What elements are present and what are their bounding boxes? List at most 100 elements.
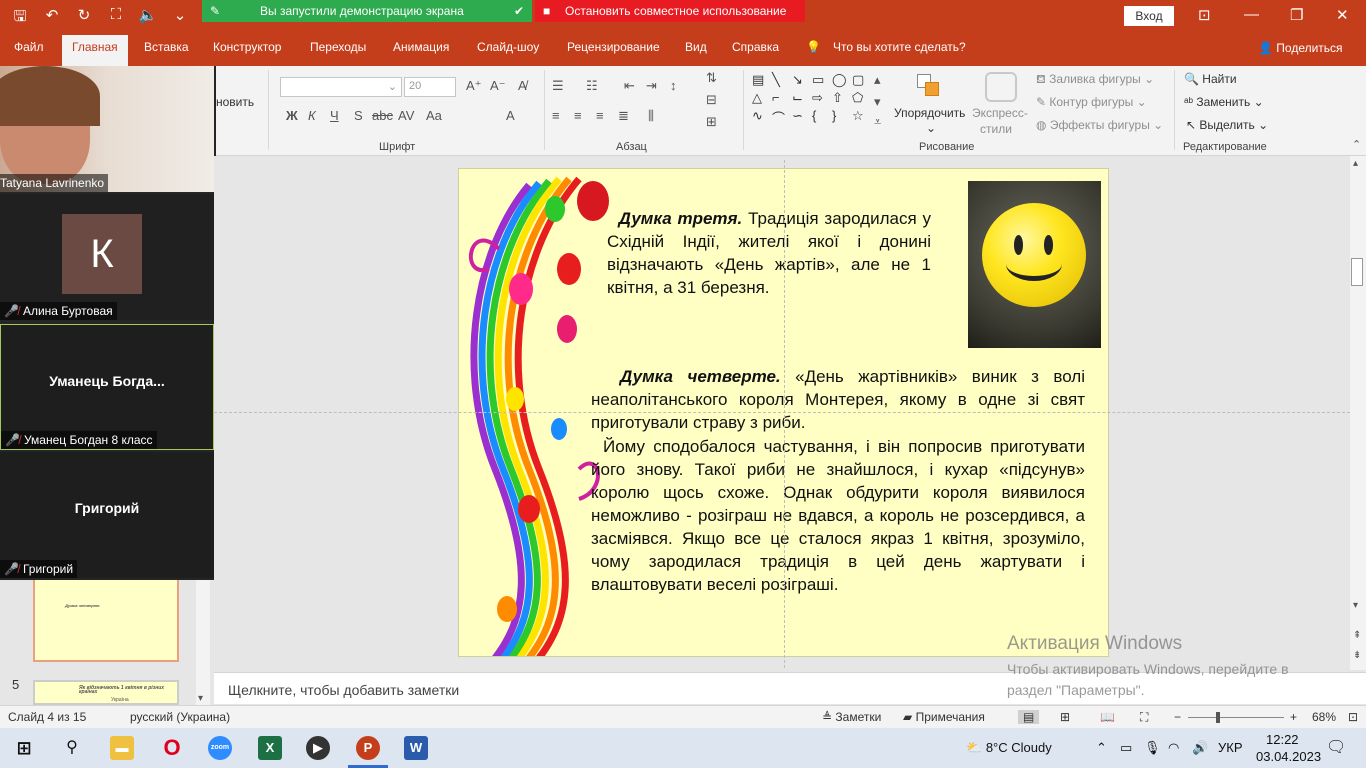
tab-help[interactable]: Справка [732, 40, 779, 54]
textbox-shape-icon[interactable]: ▤ [752, 72, 772, 88]
bullets-icon[interactable]: ☰ [552, 78, 564, 94]
microphone-icon[interactable]: 🎙 [1144, 740, 1161, 756]
shrink-font-icon[interactable]: A⁻ [490, 78, 506, 94]
align-right-icon[interactable]: ≡ [596, 108, 604, 123]
pentagon-shape-icon[interactable]: ⬠ [852, 90, 872, 106]
align-left-icon[interactable]: ≡ [552, 108, 560, 123]
tab-file[interactable]: Файл [14, 40, 44, 54]
bold-button[interactable]: Ж [286, 108, 298, 123]
slideshow-view-icon[interactable]: ⛶ [1140, 710, 1148, 725]
wifi-icon[interactable]: ◠ [1168, 740, 1179, 756]
tab-view[interactable]: Вид [685, 40, 707, 54]
columns-icon[interactable]: ⫼ [648, 108, 654, 124]
participant-tile[interactable]: К 🎤̸ Алина Буртовая [0, 194, 214, 320]
new-slide-partial-label[interactable]: новить [216, 95, 254, 109]
shape-effects-button[interactable]: ◍ Эффекты фигуры ⌄ [1036, 118, 1163, 132]
strikethrough-button[interactable]: abc [372, 108, 393, 123]
slide-sorter-icon[interactable]: ⊞ [1060, 710, 1070, 724]
redo-icon[interactable]: ↻ [74, 6, 94, 31]
lightbulb-icon[interactable]: 💡 [806, 40, 821, 54]
slide-scrollbar[interactable]: ▴ ▾ ⇞ ⇟ [1350, 156, 1366, 670]
oval-shape-icon[interactable]: ◯ [832, 72, 852, 88]
tab-slideshow[interactable]: Слайд-шоу [477, 40, 539, 54]
rectangle-shape-icon[interactable]: ▭ [812, 72, 832, 88]
quick-styles-label-1[interactable]: Экспресс- [972, 106, 1028, 120]
rounded-rect-shape-icon[interactable]: ▢ [852, 72, 872, 88]
share-button[interactable]: 👤 Поделиться [1258, 41, 1343, 55]
scroll-up-icon[interactable]: ▴ [1353, 158, 1358, 169]
text-direction-icon[interactable]: ⇅ [706, 70, 717, 86]
notes-toggle-button[interactable]: ≜ Заметки [822, 710, 881, 724]
windows-start-icon[interactable]: ⊞ [12, 736, 36, 760]
arrange-icon[interactable] [913, 72, 945, 102]
right-arrow-shape-icon[interactable]: ⇨ [812, 90, 832, 106]
ribbon-display-icon[interactable]: ⊡ [1198, 6, 1211, 24]
excel-icon[interactable]: X [258, 736, 282, 760]
collapse-ribbon-icon[interactable]: ⌃ [1352, 138, 1361, 151]
prev-slide-icon[interactable]: ⇞ [1353, 630, 1361, 641]
next-slide-icon[interactable]: ⇟ [1353, 650, 1361, 661]
align-text-icon[interactable]: ⊟ [706, 92, 717, 108]
curve-shape-icon[interactable]: ∿ [752, 108, 772, 127]
opera-icon[interactable]: O [160, 736, 184, 760]
align-center-icon[interactable]: ≡ [574, 108, 582, 123]
tab-design[interactable]: Конструктор [213, 40, 281, 54]
minimize-icon[interactable]: — [1244, 6, 1259, 23]
font-color-button[interactable]: A [506, 108, 515, 123]
arrow-line-shape-icon[interactable]: ↘ [792, 72, 812, 88]
participant-tile[interactable]: Tatyana Lavrinenko [0, 66, 214, 192]
line-shape-icon[interactable]: ╲ [772, 72, 792, 88]
file-explorer-icon[interactable]: ▬ [110, 736, 134, 760]
up-arrow-shape-icon[interactable]: ⇧ [832, 90, 852, 106]
tell-me-search[interactable]: Что вы хотите сделать? [833, 40, 966, 54]
clock-date[interactable]: 03.04.2023 [1256, 749, 1321, 764]
freeform-shape-icon[interactable]: ∽ [792, 108, 812, 127]
close-icon[interactable]: ✕ [1336, 6, 1349, 24]
arrange-button[interactable]: Упорядочить [894, 106, 965, 120]
arc-shape-icon[interactable]: ⌒ [772, 108, 792, 127]
font-size-combo[interactable]: 20 [404, 77, 456, 97]
undo-icon[interactable]: ↶ [42, 6, 62, 31]
show-hidden-icons-icon[interactable]: ⌃ [1096, 740, 1107, 756]
smartart-icon[interactable]: ⊞ [706, 114, 717, 130]
star-shape-icon[interactable]: ☆ [852, 108, 872, 127]
fit-slide-icon[interactable]: ⊡ [1348, 710, 1358, 724]
tab-review[interactable]: Рецензирование [567, 40, 660, 54]
scroll-down-icon[interactable]: ▾ [198, 693, 203, 704]
language-indicator[interactable]: русский (Украина) [130, 710, 230, 724]
scroll-down-icon[interactable]: ▾ [874, 94, 881, 110]
slide-thumbnail-5[interactable]: Як відзначають 1 квітня в різних країнах… [33, 680, 179, 705]
quick-styles-label-2[interactable]: стили [980, 122, 1012, 136]
participant-tile-active[interactable]: Уманець Богда... 🎤̸ Уманец Богдан 8 класс [0, 324, 214, 450]
pin-icon[interactable]: ✎ [210, 0, 220, 22]
zoom-out-icon[interactable]: − [1174, 710, 1181, 724]
search-icon[interactable]: ⚲ [60, 736, 84, 760]
powerpoint-icon[interactable]: P [356, 736, 380, 760]
stop-sharing-button[interactable]: ■ Остановить совместное использование [535, 0, 805, 22]
font-family-combo[interactable]: ⌄ [280, 77, 402, 97]
justify-icon[interactable]: ≣ [618, 108, 629, 124]
shape-outline-button[interactable]: ✎ Контур фигуры ⌄ [1036, 95, 1147, 109]
replace-button[interactable]: ᵃᵇ Заменить ⌄ [1184, 95, 1264, 109]
elbow-shape-icon[interactable]: ⌐ [772, 90, 792, 106]
decrease-indent-icon[interactable]: ⇤ [624, 78, 635, 94]
change-case-button[interactable]: Aa [426, 108, 442, 123]
restore-icon[interactable]: ❐ [1290, 6, 1303, 24]
tab-transitions[interactable]: Переходы [310, 40, 366, 54]
spacing-button[interactable]: AV [398, 108, 414, 123]
increase-indent-icon[interactable]: ⇥ [646, 78, 657, 94]
elbow2-shape-icon[interactable]: ⌙ [792, 90, 812, 106]
numbering-icon[interactable]: ☷ [586, 78, 598, 94]
input-language[interactable]: УКР [1218, 740, 1243, 755]
tab-insert[interactable]: Вставка [144, 40, 189, 54]
triangle-shape-icon[interactable]: △ [752, 90, 772, 106]
shape-fill-button[interactable]: ⛾ Заливка фигуры ⌄ [1036, 72, 1154, 88]
line-spacing-icon[interactable]: ↕ [670, 78, 677, 93]
zoom-in-icon[interactable]: + [1290, 710, 1297, 724]
clock-time[interactable]: 12:22 [1266, 732, 1299, 747]
word-icon[interactable]: W [404, 736, 428, 760]
battery-icon[interactable]: ▭ [1120, 740, 1132, 756]
reading-view-icon[interactable]: 📖 [1100, 710, 1115, 724]
brace-left-shape-icon[interactable]: { [812, 108, 832, 127]
slide-paragraph-4[interactable]: Думка четверте. «День жартівників» виник… [591, 365, 1085, 434]
